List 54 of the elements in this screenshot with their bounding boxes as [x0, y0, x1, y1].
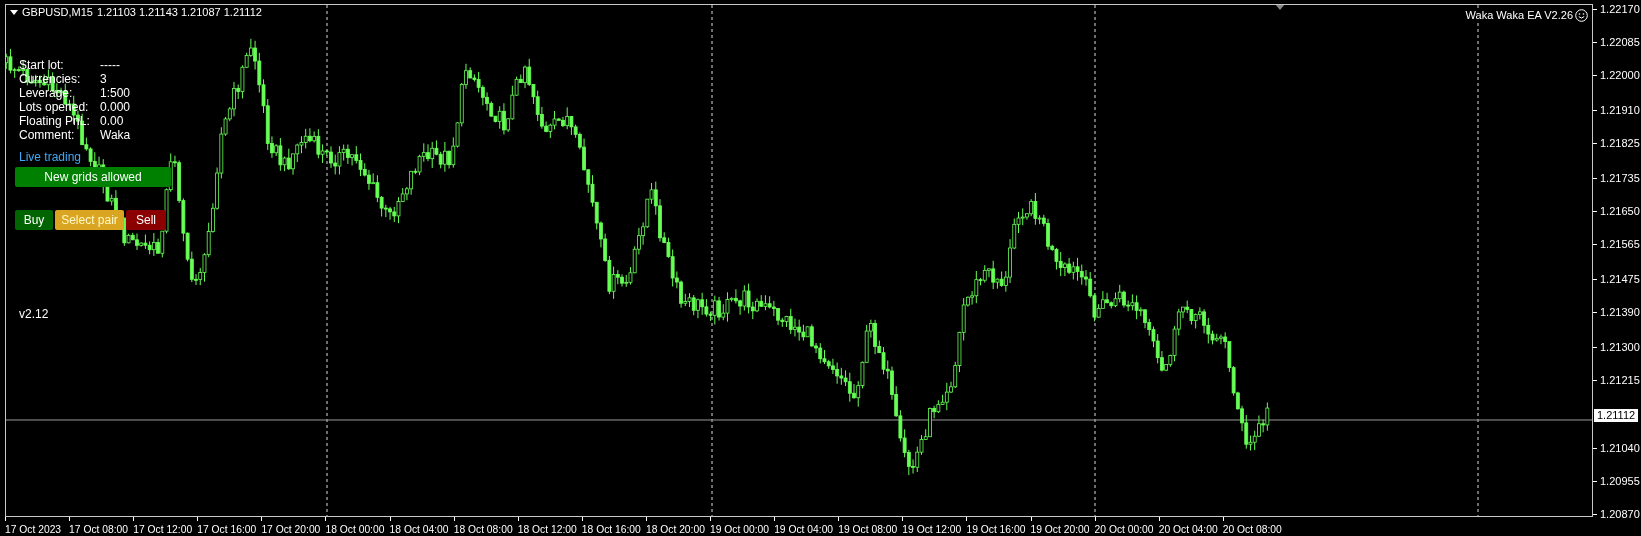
price-label: 1.22085 — [1600, 35, 1640, 49]
time-label: 20 Oct 04:00 — [1158, 523, 1218, 536]
info-value: ----- — [100, 58, 120, 72]
price-label: 1.21565 — [1600, 237, 1640, 251]
ea-name-label: Waka Waka EA V2.26 — [1465, 8, 1573, 22]
time-label: 19 Oct 12:00 — [902, 523, 962, 536]
price-label: 1.21215 — [1600, 372, 1640, 387]
price-label: 1.21300 — [1600, 339, 1640, 354]
info-value: 0.00 — [100, 114, 124, 128]
dropdown-icon[interactable] — [10, 9, 18, 15]
time-label: 17 Oct 12:00 — [133, 523, 193, 536]
time-label: 17 Oct 08:00 — [69, 523, 129, 536]
time-label: 19 Oct 04:00 — [774, 523, 834, 536]
shift-marker-icon[interactable] — [1275, 5, 1285, 10]
time-label: 17 Oct 2023 — [5, 523, 62, 536]
time-label: 20 Oct 00:00 — [1094, 523, 1154, 536]
mode-label: Live trading — [19, 150, 82, 164]
time-label: 19 Oct 20:00 — [1030, 523, 1090, 536]
price-label: 1.21825 — [1600, 136, 1640, 150]
time-label: 17 Oct 16:00 — [197, 523, 257, 536]
buy-button[interactable]: Buy — [15, 210, 53, 230]
grids-toggle-button[interactable]: New grids allowed — [15, 167, 171, 187]
time-label: 18 Oct 04:00 — [389, 523, 449, 536]
time-label: 17 Oct 20:00 — [261, 523, 321, 536]
time-label: 18 Oct 12:00 — [517, 523, 577, 536]
price-label: 1.21650 — [1600, 204, 1640, 218]
time-label: 18 Oct 00:00 — [325, 523, 385, 536]
price-label: 1.21910 — [1600, 103, 1640, 117]
time-label: 18 Oct 16:00 — [581, 523, 641, 536]
price-label: 1.20955 — [1600, 473, 1640, 488]
price-label: 1.22170 — [1600, 2, 1640, 16]
price-label: 1.21040 — [1600, 440, 1640, 455]
version-label: v2.12 — [19, 307, 49, 321]
time-label: 20 Oct 08:00 — [1222, 523, 1282, 536]
info-value: 0.000 — [100, 100, 131, 114]
info-value: Waka — [100, 128, 131, 142]
price-label: 1.22000 — [1600, 68, 1640, 83]
smiley-icon — [1575, 8, 1588, 22]
price-label: 1.21390 — [1600, 305, 1640, 319]
time-label: 18 Oct 20:00 — [645, 523, 705, 536]
symbol-label: GBPUSD,M15 — [22, 5, 93, 19]
quote-values: 1.21103 1.21143 1.21087 1.21112 — [96, 5, 262, 19]
info-label: Comment: — [19, 128, 75, 142]
info-value: 3 — [100, 72, 107, 86]
price-label: 1.21475 — [1600, 271, 1640, 286]
info-value: 1:500 — [100, 86, 131, 100]
time-label: 19 Oct 16:00 — [966, 523, 1026, 536]
price-label: 1.20870 — [1600, 507, 1640, 521]
current-price-tag: 1.21112 — [1594, 409, 1639, 423]
price-label: 1.21735 — [1600, 170, 1640, 185]
sell-button[interactable]: Sell — [126, 210, 166, 230]
time-label: 19 Oct 00:00 — [710, 523, 769, 536]
time-label: 19 Oct 08:00 — [838, 523, 898, 536]
time-label: 18 Oct 08:00 — [453, 523, 513, 536]
